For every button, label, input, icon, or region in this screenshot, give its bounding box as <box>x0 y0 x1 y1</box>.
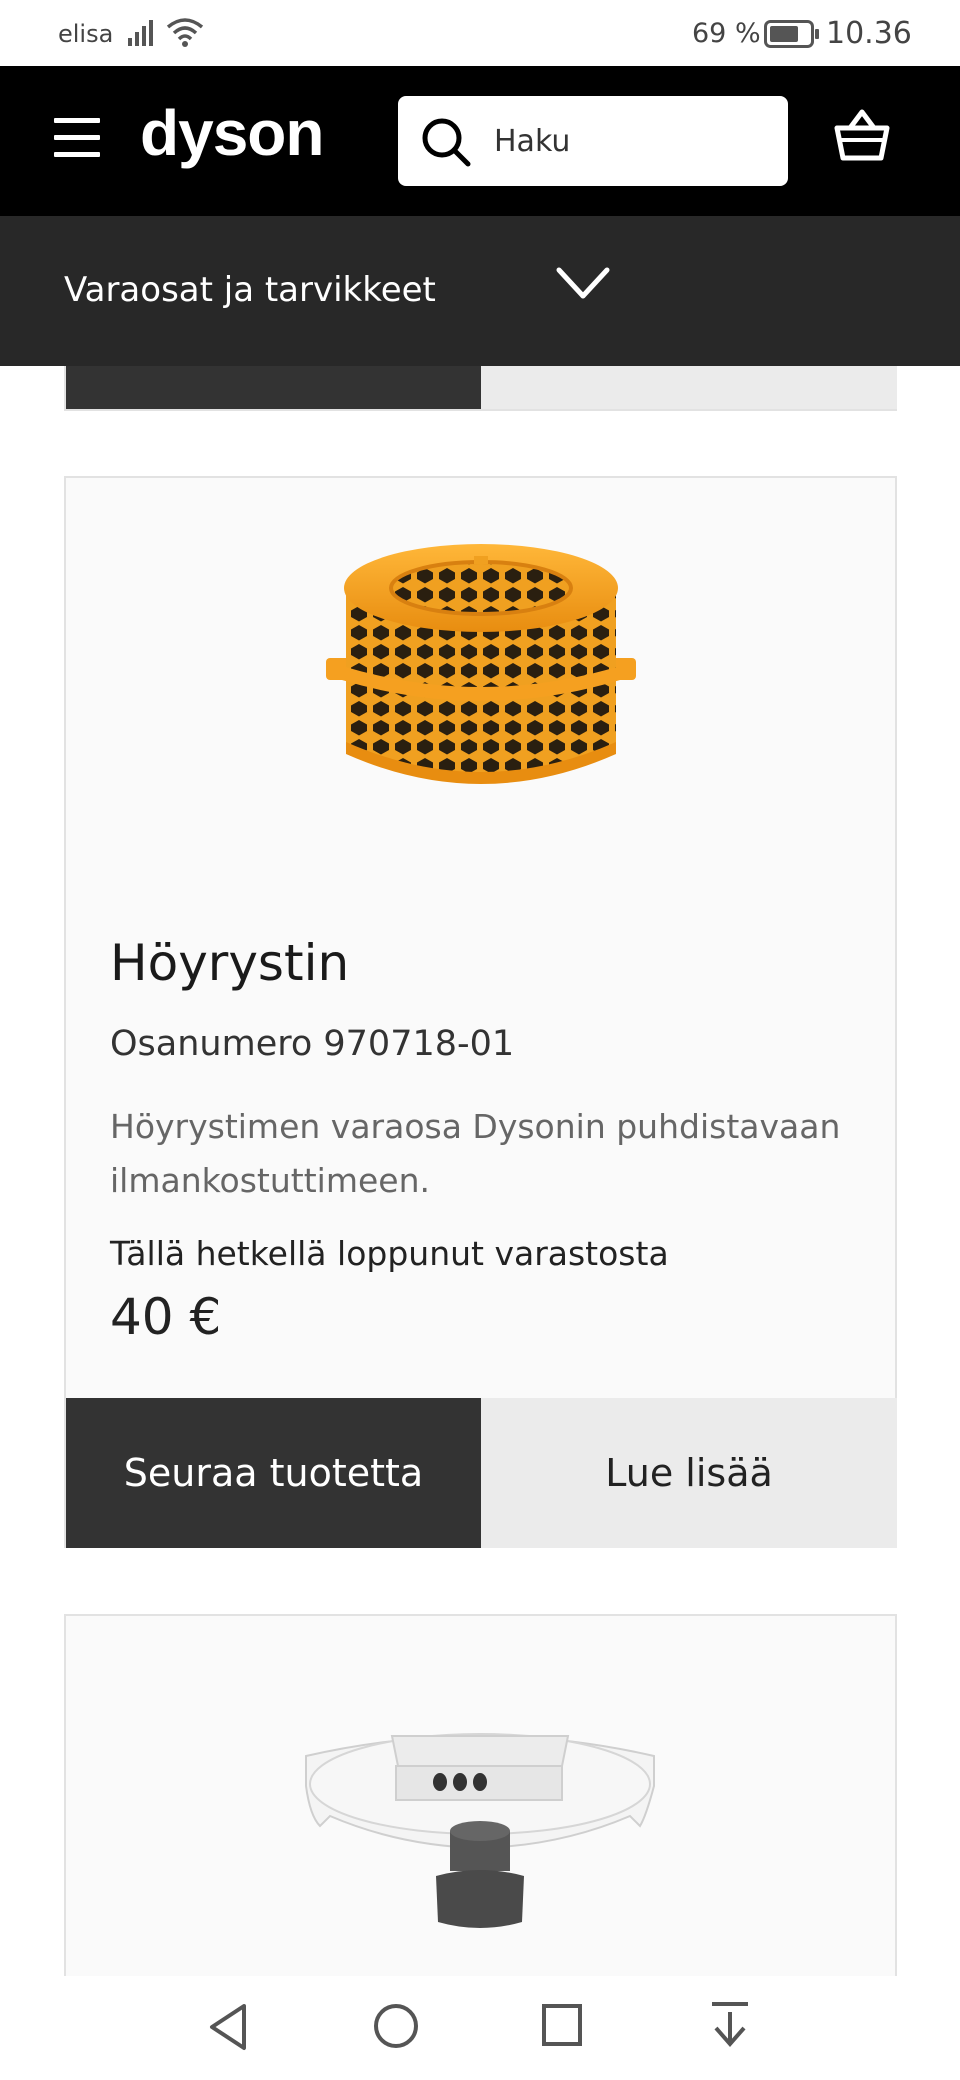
stock-status: Tällä hetkellä loppunut varastosta <box>110 1234 669 1273</box>
notification-down-icon[interactable] <box>710 2000 750 2054</box>
status-bar: elisa 69 % 10.36 <box>0 0 960 66</box>
next-product-image[interactable] <box>300 1696 660 1940</box>
product-title[interactable]: Höyrystin <box>110 934 349 992</box>
dyson-logo[interactable]: dyson <box>140 96 324 170</box>
product-price: 40 € <box>110 1288 222 1346</box>
search-icon[interactable] <box>420 116 472 172</box>
menu-icon[interactable] <box>54 118 100 158</box>
battery-icon <box>764 20 820 52</box>
search-box[interactable] <box>398 96 788 186</box>
category-dropdown[interactable]: Varaosat ja tarvikkeet <box>0 216 960 366</box>
previous-product-card <box>64 366 897 411</box>
chevron-down-icon[interactable] <box>556 266 610 306</box>
clock: 10.36 <box>826 16 912 51</box>
next-product-card <box>64 1614 897 1980</box>
back-icon[interactable] <box>206 2002 250 2056</box>
site-header: dyson <box>0 66 960 216</box>
carrier-label: elisa <box>58 20 114 48</box>
battery-percent: 69 % <box>692 18 761 49</box>
signal-icon <box>128 18 160 50</box>
category-label: Varaosat ja tarvikkeet <box>64 270 436 310</box>
basket-icon[interactable] <box>834 108 890 166</box>
previous-follow-button[interactable] <box>66 366 481 409</box>
home-icon[interactable] <box>372 2002 420 2054</box>
wifi-icon <box>166 16 204 52</box>
previous-more-button[interactable] <box>481 366 897 409</box>
system-navigation-bar <box>0 1976 960 2080</box>
product-description: Höyrystimen varaosa Dysonin puhdistavaan… <box>110 1107 841 1200</box>
product-image[interactable] <box>326 528 636 822</box>
product-card: Höyrystin Osanumero 970718-01 Höyrystime… <box>64 476 897 1548</box>
recent-apps-icon[interactable] <box>540 2002 584 2054</box>
read-more-button[interactable]: Lue lisää <box>481 1398 897 1548</box>
follow-product-button[interactable]: Seuraa tuotetta <box>66 1398 481 1548</box>
part-number: Osanumero 970718-01 <box>110 1024 515 1064</box>
search-input[interactable] <box>494 96 774 186</box>
